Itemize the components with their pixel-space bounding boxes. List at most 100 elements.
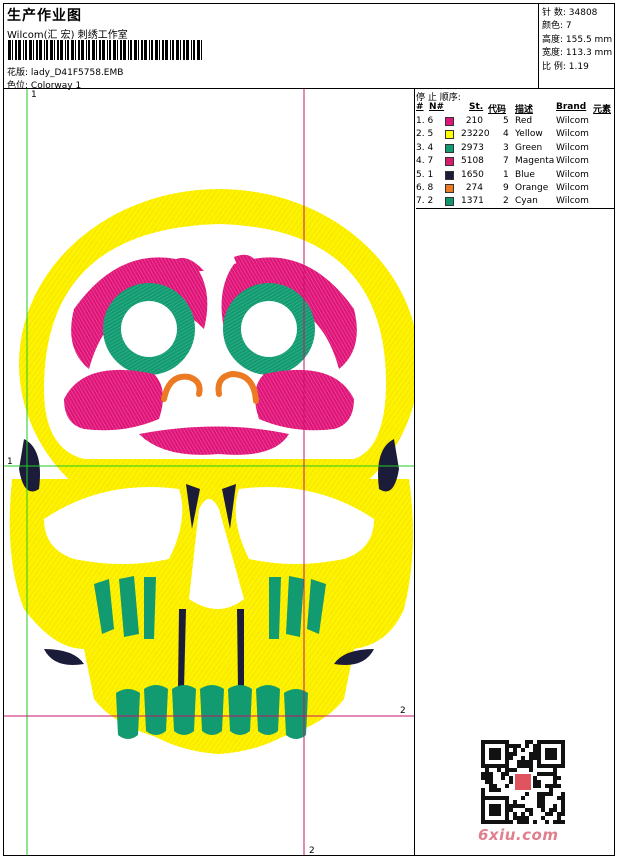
color-swatch <box>445 184 454 193</box>
qr-module <box>517 744 521 748</box>
qr-module <box>497 788 501 792</box>
qr-module <box>549 792 553 796</box>
barcode-bar <box>33 40 34 60</box>
qr-module <box>529 768 533 772</box>
stop-row: 6. 8 274 9 Orange Wilcom <box>416 183 614 196</box>
color-swatch <box>445 197 454 207</box>
qr-module <box>485 776 489 780</box>
qr-module <box>513 752 517 756</box>
stop-row: 1. 6 210 5 Red Wilcom <box>416 116 614 129</box>
qr-module <box>481 772 485 776</box>
barcode-bar <box>113 40 116 60</box>
col-stitches: St. <box>469 102 484 112</box>
skull-tooth <box>116 689 140 739</box>
barcode-bar <box>123 40 126 60</box>
barcode-bar <box>180 40 181 60</box>
skull-tooth <box>228 685 252 735</box>
qr-module <box>529 740 533 744</box>
row-stitches: 1650 <box>461 169 484 180</box>
barcode-bar <box>144 40 147 60</box>
qr-module <box>557 776 561 780</box>
width-value: 113.3 mm <box>565 48 613 58</box>
qr-module <box>549 784 553 788</box>
qr-module <box>525 808 529 812</box>
qr-module <box>561 812 565 816</box>
barcode-bar <box>176 40 179 60</box>
barcode-bar <box>23 40 24 60</box>
qr-module <box>509 768 513 772</box>
barcode-bar <box>138 40 139 60</box>
row-stitches: 2973 <box>461 142 484 153</box>
row-desc: Red <box>515 116 533 126</box>
qr-module <box>529 752 533 756</box>
qr-module <box>533 752 537 756</box>
barcode-bar <box>117 40 118 60</box>
qr-module <box>517 820 521 824</box>
guide-label-bottom: 2 <box>309 846 315 856</box>
qr-module <box>493 784 497 788</box>
qr-module <box>533 744 537 748</box>
qr-module <box>545 820 549 824</box>
qr-module <box>489 804 501 816</box>
barcode-bar <box>186 40 189 60</box>
qr-module <box>525 764 529 768</box>
row-index: 4. 7 <box>416 156 434 167</box>
qr-module <box>517 816 521 820</box>
qr-module <box>533 776 537 780</box>
barcode-bar <box>141 40 143 60</box>
stat-width: 宽度: 113.3 mm <box>542 45 612 58</box>
barcode-bar <box>92 40 95 60</box>
design-file-row: 花版: lady_D41F5758.EMB <box>7 65 123 78</box>
qr-module <box>541 792 545 796</box>
row-brand: Wilcom <box>556 142 589 153</box>
panel-divider <box>414 88 415 855</box>
colors-label: 颜色: <box>542 21 564 31</box>
row-desc: Blue <box>515 169 535 180</box>
qr-module <box>509 776 513 780</box>
qr-module <box>513 804 517 808</box>
color-swatch <box>445 143 454 153</box>
barcode-bar <box>46 40 48 60</box>
row-code: 2 <box>503 196 509 207</box>
col-index: # <box>416 102 424 112</box>
row-brand: Wilcom <box>556 196 589 207</box>
stat-stitches: 针 数: 34808 <box>542 5 597 18</box>
barcode-bar <box>50 40 53 60</box>
qr-module <box>561 800 565 804</box>
qr-module <box>521 804 525 808</box>
stitches-label: 针 数: <box>542 8 566 18</box>
barcode-bar <box>78 40 80 60</box>
qr-module <box>525 820 529 824</box>
barcode-bar <box>193 40 195 60</box>
scale-label: 比 例: <box>542 62 566 72</box>
qr-module <box>509 780 513 784</box>
qr-module <box>537 804 541 808</box>
qr-module <box>549 788 553 792</box>
qr-module <box>517 804 521 808</box>
row-index: 5. 1 <box>416 169 434 180</box>
qr-module <box>529 764 533 768</box>
qr-module <box>529 756 533 760</box>
qr-module <box>533 784 537 788</box>
qr-module <box>533 748 537 752</box>
row-desc: Magenta <box>515 156 555 167</box>
barcode-bar <box>36 40 38 60</box>
qr-module <box>541 808 545 812</box>
qr-module <box>549 772 553 776</box>
qr-module <box>549 812 553 816</box>
qr-module <box>513 816 517 820</box>
qr-module <box>529 760 533 764</box>
qr-module <box>481 788 485 792</box>
barcode-bar <box>162 40 164 60</box>
skull-tooth <box>172 685 196 735</box>
row-brand: Wilcom <box>556 116 589 126</box>
qr-module <box>545 784 549 788</box>
qr-module <box>545 812 549 816</box>
qr-module <box>505 772 509 776</box>
qr-module <box>541 816 545 820</box>
qr-module <box>557 812 561 816</box>
qr-module <box>553 780 557 784</box>
qr-module <box>505 784 509 788</box>
qr-module <box>553 784 557 788</box>
qr-module <box>521 820 525 824</box>
